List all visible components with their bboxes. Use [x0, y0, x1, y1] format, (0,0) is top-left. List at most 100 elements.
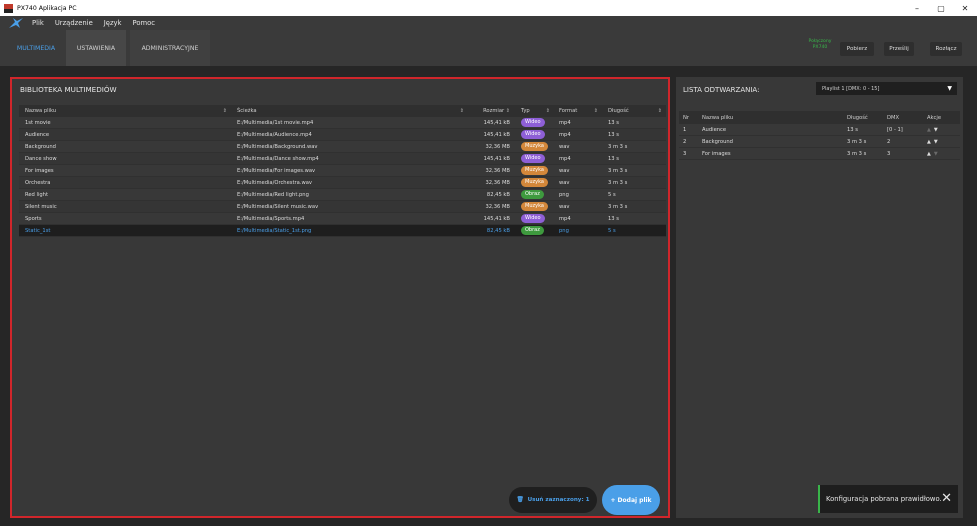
cell-type: Wideo — [516, 118, 554, 127]
cell-length: 3 m 3 s — [847, 138, 867, 145]
menu-help[interactable]: Pomoc — [132, 19, 155, 27]
cell-size: 32,36 MB — [485, 179, 510, 186]
sort-icon[interactable]: ⇕ — [594, 108, 598, 114]
sort-icon[interactable]: ⇕ — [506, 108, 510, 114]
col-header-size[interactable]: Rozmiar ⇕ — [468, 108, 516, 114]
move-down-icon[interactable]: ▼ — [934, 151, 938, 157]
table-row[interactable]: Static_1st E:/Multimedia/Static_1st.png 82… — [19, 225, 666, 237]
table-row[interactable]: Dance show E:/Multimedia/Dance show.mp4 14… — [19, 153, 666, 165]
title-bar: PX740 Aplikacja PC – ▢ ✕ — [0, 0, 977, 16]
playlist-select[interactable]: Playlist 1 [DMX: 0 - 15] ▼ — [816, 82, 957, 95]
minimize-button[interactable]: – — [905, 0, 929, 16]
menu-language[interactable]: Język — [104, 19, 122, 27]
cell-path: E:/Multimedia/Background.wav — [237, 143, 318, 150]
col-header-nr: Nr — [683, 114, 690, 121]
col-header-length[interactable]: Długość ⇕ — [602, 108, 666, 114]
upload-button[interactable]: Prześlij — [884, 42, 914, 56]
tab-admin[interactable]: ADMINISTRACYJNE — [130, 30, 210, 66]
delete-selected-button[interactable]: 🗑 Usuń zaznaczony: 1 — [509, 487, 597, 513]
trash-icon: 🗑 — [516, 497, 524, 503]
table-row[interactable]: 1st movie E:/Multimedia/1st movie.mp4 145,… — [19, 117, 666, 129]
disconnect-button[interactable]: Rozłącz — [930, 42, 962, 56]
library-table-header: Nazwa pliku ⇕ Ścieżka ⇕ Rozmiar ⇕ Typ ⇕ For… — [19, 105, 666, 117]
add-file-button[interactable]: + Dodaj plik — [602, 485, 660, 515]
maximize-button[interactable]: ▢ — [929, 0, 953, 16]
table-row[interactable]: Silent music E:/Multimedia/Silent music.w… — [19, 201, 666, 213]
playlist-panel: LISTA ODTWARZANIA: Playlist 1 [DMX: 0 - … — [676, 77, 963, 518]
cell-filename: 1st movie — [25, 119, 51, 126]
playlist-row[interactable]: 3 For images 3 m 3 s 3 ▲ ▼ — [679, 148, 960, 160]
cell-filename: Audience — [25, 131, 50, 138]
sort-icon[interactable]: ⇕ — [658, 108, 662, 114]
sort-icon[interactable]: ⇕ — [460, 108, 464, 114]
playlist-table: Nr Nazwa pliku Długość DMX Akcje 1 Audien… — [679, 111, 960, 160]
cell-path: E:/Multimedia/Silent music.wav — [237, 203, 319, 210]
menu-file[interactable]: Plik — [32, 19, 44, 27]
table-row[interactable]: Background E:/Multimedia/Background.wav 32… — [19, 141, 666, 153]
cell-path: E:/Multimedia/For images.wav — [237, 167, 316, 174]
cell-size: 32,36 MB — [485, 167, 510, 174]
col-header-format[interactable]: Format ⇕ — [554, 108, 602, 114]
col-header-dmx: DMX — [887, 114, 900, 121]
close-icon[interactable]: ✕ — [941, 491, 952, 506]
cell-size: 82,45 kB — [486, 227, 510, 234]
cell-length: 13 s — [608, 131, 619, 138]
chevron-down-icon: ▼ — [947, 85, 952, 92]
col-header-length: Długość — [847, 114, 868, 121]
close-button[interactable]: ✕ — [953, 0, 977, 16]
col-header-filename: Nazwa pliku — [702, 114, 734, 121]
move-down-icon[interactable]: ▼ — [934, 139, 938, 145]
cell-type: Wideo — [516, 130, 554, 139]
sort-icon[interactable]: ⇕ — [223, 108, 227, 114]
cell-nr: 3 — [683, 150, 687, 157]
type-badge: Muzyka — [521, 202, 548, 211]
cell-format: png — [559, 227, 569, 234]
col-header-path[interactable]: Ścieżka ⇕ — [231, 108, 468, 114]
table-row[interactable]: Red light E:/Multimedia/Red light.png 82,4… — [19, 189, 666, 201]
playlist-table-header: Nr Nazwa pliku Długość DMX Akcje — [679, 111, 960, 124]
type-badge: Wideo — [521, 214, 545, 223]
move-down-icon[interactable]: ▼ — [934, 127, 938, 133]
cell-filename: Orchestra — [25, 179, 51, 186]
move-up-icon[interactable]: ▲ — [927, 139, 931, 145]
cell-length: 3 m 3 s — [608, 179, 628, 186]
cell-length: 3 m 3 s — [608, 203, 628, 210]
cell-filename: Background — [25, 143, 56, 150]
cell-format: png — [559, 191, 569, 198]
move-up-icon[interactable]: ▲ — [927, 151, 931, 157]
tab-multimedia[interactable]: MULTIMEDIA — [10, 30, 62, 66]
cell-actions: ▲ ▼ — [923, 151, 960, 157]
table-row[interactable]: For images E:/Multimedia/For images.wav 32… — [19, 165, 666, 177]
table-row[interactable]: Orchestra E:/Multimedia/Orchestra.wav 32,3… — [19, 177, 666, 189]
download-button[interactable]: Pobierz — [840, 42, 874, 56]
window-title: PX740 Aplikacja PC — [17, 4, 77, 12]
cell-format: mp4 — [559, 119, 571, 126]
table-row[interactable]: Sports E:/Multimedia/Sports.mp4 145,41 kB W… — [19, 213, 666, 225]
move-up-icon[interactable]: ▲ — [927, 127, 931, 133]
cell-format: mp4 — [559, 215, 571, 222]
type-badge: Muzyka — [521, 178, 548, 187]
cell-path: E:/Multimedia/Audience.mp4 — [237, 131, 312, 138]
sort-icon[interactable]: ⇕ — [546, 108, 550, 114]
library-title: BIBLIOTEKA MULTIMEDIÓW — [20, 85, 117, 94]
col-header-filename[interactable]: Nazwa pliku ⇕ — [19, 108, 231, 114]
cell-path: E:/Multimedia/1st movie.mp4 — [237, 119, 314, 126]
col-header-type[interactable]: Typ ⇕ — [516, 108, 554, 114]
cell-length: 5 s — [608, 227, 616, 234]
tab-settings[interactable]: USTAWIENIA — [66, 30, 126, 66]
notification-toast: Konfiguracja pobrana prawidłowo. ✕ — [818, 485, 958, 513]
connection-device-name: PX740 — [812, 45, 828, 50]
cell-size: 32,36 MB — [485, 203, 510, 210]
cell-dmx: [0 - 1] — [887, 126, 903, 133]
cell-length: 13 s — [608, 119, 619, 126]
cell-dmx: 2 — [887, 138, 891, 145]
playlist-row[interactable]: 2 Background 3 m 3 s 2 ▲ ▼ — [679, 136, 960, 148]
menu-device[interactable]: Urządzenie — [55, 19, 93, 27]
cell-type: Muzyka — [516, 142, 554, 151]
cell-dmx: 3 — [887, 150, 891, 157]
playlist-row[interactable]: 1 Audience 13 s [0 - 1] ▲ ▼ — [679, 124, 960, 136]
table-row[interactable]: Audience E:/Multimedia/Audience.mp4 145,41… — [19, 129, 666, 141]
cell-size: 145,41 kB — [483, 119, 510, 126]
playlist-select-value: Playlist 1 [DMX: 0 - 15] — [822, 85, 880, 92]
cell-filename: Red light — [25, 191, 49, 198]
